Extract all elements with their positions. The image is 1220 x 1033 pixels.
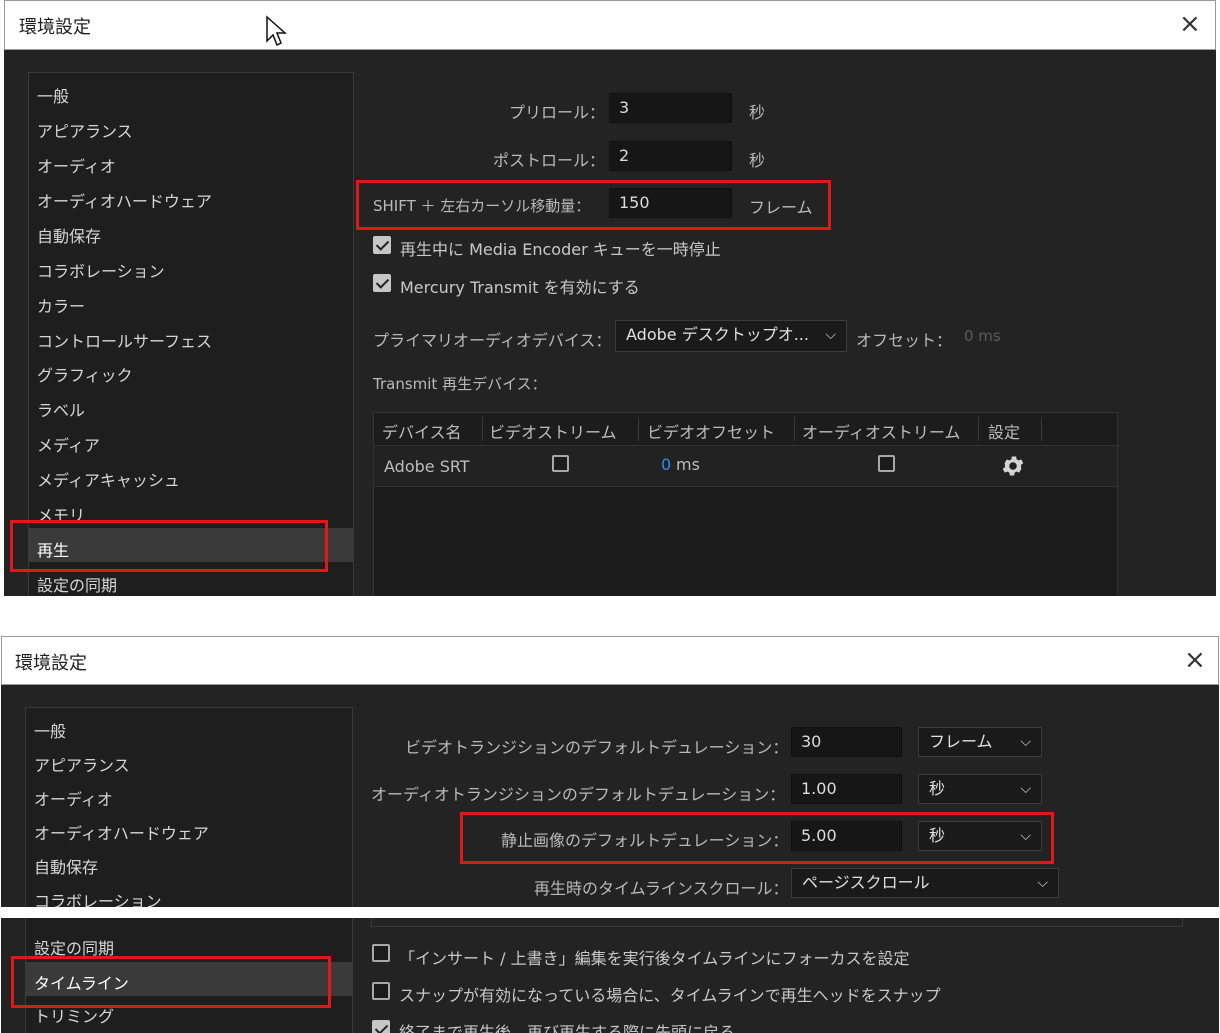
col-separator xyxy=(482,417,483,441)
audio-transition-unit-select[interactable]: 秒 ⌵ xyxy=(918,774,1042,804)
category-item[interactable]: メディア xyxy=(37,432,100,456)
category-item[interactable]: コラボレーション xyxy=(34,888,162,907)
postroll-input[interactable]: 2 xyxy=(609,141,732,171)
category-item[interactable]: コラボレーション xyxy=(37,258,165,282)
category-item[interactable]: 自動保存 xyxy=(34,854,98,878)
category-item[interactable]: 一般 xyxy=(34,718,66,742)
offset-value: 0 ms xyxy=(964,327,1001,345)
transmit-devices-label: Transmit 再生デバイス： xyxy=(373,375,547,393)
mercury-transmit-checkbox[interactable] xyxy=(373,274,391,292)
preroll-input[interactable]: 3 xyxy=(609,93,732,123)
col-header-audio-stream[interactable]: オーディオストリーム xyxy=(802,419,960,443)
category-item[interactable]: グラフィック xyxy=(37,362,133,386)
category-item[interactable]: コントロールサーフェス xyxy=(37,328,212,352)
chevron-down-icon: ⌵ xyxy=(1020,781,1031,797)
mercury-transmit-label: Mercury Transmit を有効にする xyxy=(400,278,640,297)
mouse-cursor-icon xyxy=(266,15,287,47)
category-list: 一般 アピアランス オーディオ オーディオハードウェア 自動保存 コラボレーショ… xyxy=(25,707,353,907)
category-item[interactable]: カラー xyxy=(37,293,85,317)
category-item[interactable]: オーディオハードウェア xyxy=(37,188,212,212)
highlight-box-shift xyxy=(356,180,831,230)
col-header-video-offset[interactable]: ビデオオフセット xyxy=(647,419,775,443)
video-stream-checkbox[interactable] xyxy=(552,455,569,472)
close-icon[interactable]: × xyxy=(1184,647,1206,673)
video-transition-label: ビデオトランジションのデフォルトデュレーション： xyxy=(405,738,789,757)
audio-transition-input[interactable]: 1.00 xyxy=(791,774,902,804)
table-row: Adobe SRT 0 ms xyxy=(374,446,1117,487)
audio-stream-checkbox[interactable] xyxy=(878,455,895,472)
snap-playhead-checkbox[interactable] xyxy=(372,982,390,1000)
snap-playhead-label: スナップが有効になっている場合に、タイムラインで再生ヘッドをスナップ xyxy=(399,986,941,1005)
device-name-cell: Adobe SRT xyxy=(384,457,470,476)
titlebar-top: 環境設定 × xyxy=(4,0,1216,50)
chevron-down-icon: ⌵ xyxy=(1020,734,1031,750)
col-header-video-stream[interactable]: ビデオストリーム xyxy=(489,419,617,443)
dialog-body-top: 一般 アピアランス オーディオ オーディオハードウェア 自動保存 コラボレーショ… xyxy=(4,50,1216,596)
dialog-body-bottom-lower: 設定の同期 タイムライン トリミング 「インサート / 上書き」編集を実行後タイ… xyxy=(1,918,1219,1033)
titlebar-bottom: 環境設定 × xyxy=(1,636,1219,685)
category-item[interactable]: 設定の同期 xyxy=(37,572,117,596)
video-offset-number[interactable]: 0 xyxy=(661,455,671,474)
audio-device-value: Adobe デスクトップオ... xyxy=(626,325,809,344)
category-item[interactable]: メディアキャッシュ xyxy=(37,467,180,491)
col-separator xyxy=(794,417,795,441)
col-separator xyxy=(638,417,639,441)
category-item[interactable]: オーディオ xyxy=(34,786,113,810)
category-item[interactable]: 自動保存 xyxy=(37,223,101,247)
category-item[interactable]: オーディオハードウェア xyxy=(34,820,209,844)
insert-focus-label: 「インサート / 上書き」編集を実行後タイムラインにフォーカスを設定 xyxy=(399,949,910,968)
category-list: 一般 アピアランス オーディオ オーディオハードウェア 自動保存 コラボレーショ… xyxy=(28,72,354,596)
timeline-scroll-select[interactable]: ページスクロール ⌵ xyxy=(791,868,1059,898)
chevron-down-icon: ⌵ xyxy=(825,327,836,343)
audio-transition-label: オーディオトランジションのデフォルトデュレーション： xyxy=(371,785,786,804)
preroll-label: プリロール： xyxy=(509,103,606,122)
pause-encoder-checkbox[interactable] xyxy=(373,236,391,254)
col-header-device[interactable]: デバイス名 xyxy=(382,419,462,443)
category-item[interactable]: ラベル xyxy=(37,397,85,421)
audio-transition-unit: 秒 xyxy=(929,779,946,798)
return-to-start-label: 終了まで再生後、再び再生する際に先頭に戻る xyxy=(399,1023,736,1033)
audio-device-select[interactable]: Adobe デスクトップオ... ⌵ xyxy=(615,320,847,352)
pause-encoder-label: 再生中に Media Encoder キューを一時停止 xyxy=(400,240,721,259)
category-item[interactable]: オーディオ xyxy=(37,153,116,177)
timeline-scroll-label: 再生時のタイムラインスクロール： xyxy=(534,879,789,898)
preroll-unit: 秒 xyxy=(749,103,766,122)
highlight-box-timeline xyxy=(11,956,331,1008)
return-to-start-checkbox[interactable] xyxy=(372,1020,390,1033)
group-border xyxy=(371,918,1183,927)
category-item[interactable]: アピアランス xyxy=(37,118,133,142)
highlight-box-playback xyxy=(10,520,328,572)
video-transition-input[interactable]: 30 xyxy=(791,727,902,757)
video-offset-unit: ms xyxy=(676,455,700,474)
video-transition-unit-select[interactable]: フレーム ⌵ xyxy=(918,727,1042,757)
video-transition-unit: フレーム xyxy=(929,732,993,751)
col-separator xyxy=(978,417,979,441)
col-separator xyxy=(1041,417,1042,441)
offset-label: オフセット： xyxy=(856,331,953,350)
category-item[interactable]: 一般 xyxy=(37,83,69,107)
postroll-label: ポストロール： xyxy=(493,151,606,170)
close-icon[interactable]: × xyxy=(1179,11,1201,37)
window-title: 環境設定 xyxy=(19,17,91,38)
transmit-device-table: デバイス名 ビデオストリーム ビデオオフセット オーディオストリーム 設定 Ad… xyxy=(373,412,1119,596)
chevron-down-icon: ⌵ xyxy=(1037,875,1048,891)
dialog-body-bottom: 一般 アピアランス オーディオ オーディオハードウェア 自動保存 コラボレーショ… xyxy=(1,685,1219,907)
audio-device-label: プライマリオーディオデバイス： xyxy=(373,331,612,350)
category-item[interactable]: アピアランス xyxy=(34,752,130,776)
highlight-box-still-image xyxy=(460,812,1054,864)
postroll-unit: 秒 xyxy=(749,151,766,170)
gear-icon[interactable] xyxy=(1000,453,1026,479)
window-title: 環境設定 xyxy=(15,653,87,674)
insert-focus-checkbox[interactable] xyxy=(372,944,390,962)
timeline-scroll-value: ページスクロール xyxy=(802,873,930,892)
col-header-settings[interactable]: 設定 xyxy=(988,419,1020,443)
